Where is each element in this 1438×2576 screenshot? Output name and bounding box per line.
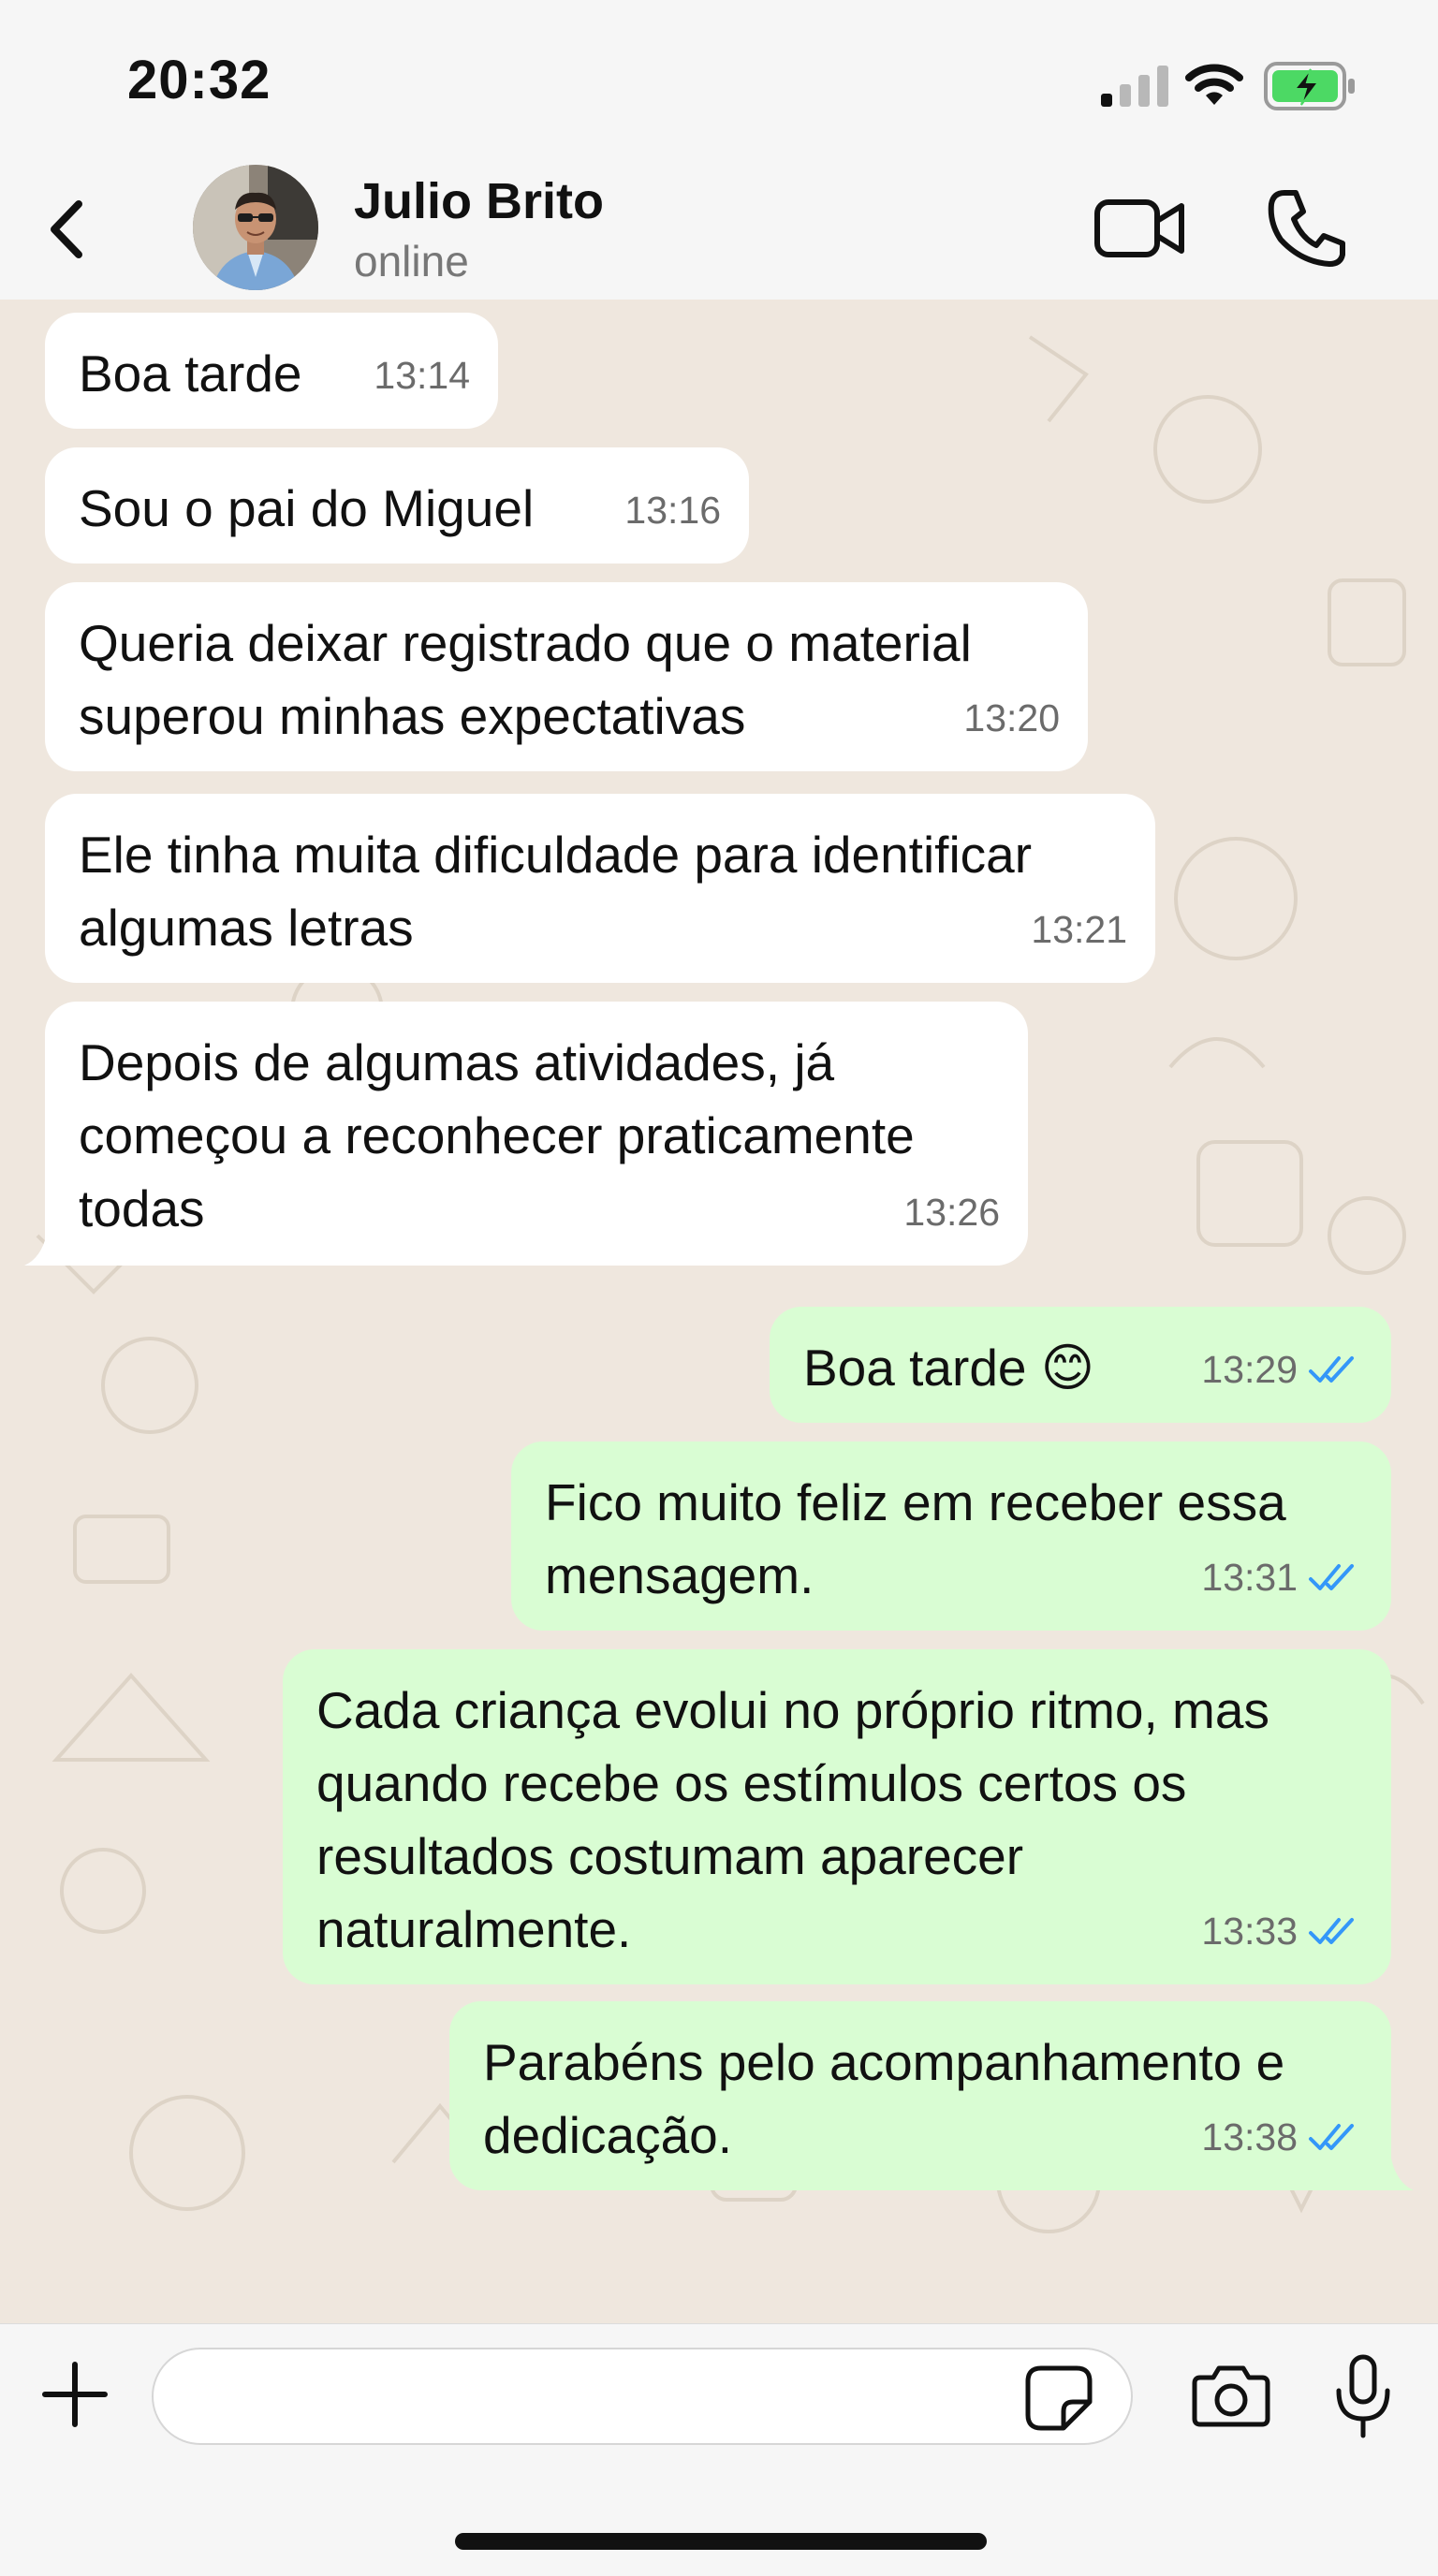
status-time: 20:32 [127,50,271,110]
battery-charging-icon [1264,62,1355,110]
message-text-line: Cada criança evolui no próprio ritmo, ma… [316,1681,1269,1739]
message-time: 13:21 [1031,908,1127,951]
signal-icon [1101,66,1168,107]
avatar-photo [193,165,318,290]
message-time: 13:31 [1201,1556,1298,1599]
message-bubble-outgoing[interactable]: Cada criança evolui no próprio ritmo, ma… [283,1649,1391,1984]
message-bubble-incoming[interactable]: Sou o pai do Miguel 13:16 [45,447,749,564]
message-input[interactable] [152,2348,1133,2445]
read-ticks-icon [1309,2124,1354,2150]
message-bubble-incoming[interactable]: Depois de algumas atividades, já começou… [45,1002,1028,1266]
message-bubble-incoming[interactable]: Queria deixar registrado que o material … [45,582,1088,771]
message-time: 13:14 [374,354,470,397]
message-text-line: superou minhas expectativas [79,687,746,745]
message-text-line: Queria deixar registrado que o material [79,614,972,672]
message-time: 13:26 [903,1191,1000,1234]
plus-icon[interactable] [41,2361,109,2428]
message-bubble-incoming[interactable]: Ele tinha muita dificuldade para identif… [45,794,1155,983]
message-text-line: quando recebe os estímulos certos os [316,1754,1187,1812]
message-bubble-outgoing[interactable]: Parabéns pelo acompanhamento e dedicação… [449,2001,1391,2190]
bubble-tail-incoming [24,1234,47,1266]
message-text-line: Fico muito feliz em receber essa [545,1473,1286,1531]
avatar[interactable] [193,165,318,290]
message-time: 13:29 [1201,1348,1298,1391]
read-ticks-icon [1309,1564,1354,1590]
microphone-icon[interactable] [1333,2353,1393,2439]
message-text-line: todas [79,1179,205,1237]
message-text-line: Ele tinha muita dificuldade para identif… [79,826,1033,884]
message-text: Sou o pai do Miguel [79,479,535,537]
read-ticks-icon [1309,1356,1354,1383]
bubble-tail-outgoing [1391,2159,1414,2190]
message-text-line: começou a reconhecer praticamente [79,1106,915,1164]
message-text-line: algumas letras [79,899,414,957]
message-text-line: Parabéns pelo acompanhamento e [483,2033,1285,2091]
phone-call-icon[interactable] [1268,187,1346,268]
back-chevron-icon[interactable] [37,187,97,271]
video-call-icon[interactable] [1093,191,1187,266]
home-indicator[interactable] [455,2533,987,2550]
message-bubble-incoming[interactable]: Boa tarde 13:14 [45,313,498,429]
message-time: 13:38 [1201,2115,1298,2159]
message-text-line: resultados costumam aparecer [316,1827,1024,1885]
contact-name[interactable]: Julio Brito [354,172,604,230]
contact-status: online [354,237,469,285]
message-bubble-outgoing[interactable]: Fico muito feliz em receber essa mensage… [511,1442,1391,1631]
message-time: 13:33 [1201,1910,1298,1953]
message-time: 13:20 [963,696,1060,739]
sticker-icon[interactable] [1024,2364,1093,2432]
message-time: 13:16 [624,489,721,532]
read-ticks-icon [1309,1918,1354,1944]
camera-icon[interactable] [1191,2363,1271,2428]
message-bubble-outgoing[interactable]: Boa tarde 😊 13:29 [770,1307,1391,1423]
wifi-icon [1185,64,1243,105]
message-text-line: Depois de algumas atividades, já [79,1033,835,1091]
